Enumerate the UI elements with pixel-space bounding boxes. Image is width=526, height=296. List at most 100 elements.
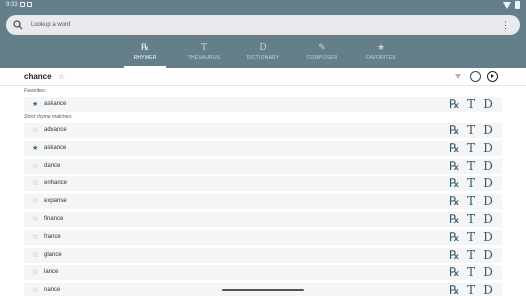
thesaurus-action-icon[interactable]: T <box>466 230 476 245</box>
strict-matches-section-label: Strict rhyme matches: <box>24 114 73 120</box>
favorite-star-icon[interactable]: ☆ <box>58 68 65 86</box>
thesaurus-action-icon[interactable]: T <box>466 141 476 156</box>
rhyme-word[interactable]: enhance <box>44 176 67 191</box>
status-bar: 9:33 <box>0 0 526 10</box>
dictionary-action-icon[interactable]: D <box>483 265 493 280</box>
star-outline-icon[interactable]: ☆ <box>32 283 38 296</box>
rhyme-row[interactable]: ☆ enhance ℞ T D <box>24 176 502 192</box>
rhyme-row[interactable]: ☆ glance ℞ T D <box>24 247 502 263</box>
notification-icon <box>27 2 32 7</box>
rhymer-action-icon[interactable]: ℞ <box>449 212 460 227</box>
star-outline-icon[interactable]: ☆ <box>32 176 38 191</box>
row-actions: ℞ T D <box>449 123 493 138</box>
dictionary-action-icon[interactable]: D <box>483 176 493 191</box>
thesaurus-action-icon[interactable]: T <box>466 123 476 138</box>
dictionary-action-icon[interactable]: D <box>483 212 493 227</box>
rhymer-action-icon[interactable]: ℞ <box>449 176 460 191</box>
rhyme-word[interactable]: france <box>44 230 61 245</box>
star-outline-icon[interactable]: ☆ <box>32 159 38 174</box>
dictionary-action-icon[interactable]: D <box>483 123 493 138</box>
rhymer-action-icon[interactable]: ℞ <box>449 97 460 112</box>
rhyme-word[interactable]: finance <box>44 212 63 227</box>
rhyme-row[interactable]: ☆ dance ℞ T D <box>24 158 502 174</box>
star-outline-icon[interactable]: ☆ <box>32 123 38 138</box>
rhyme-word[interactable]: nance <box>44 283 60 296</box>
rhyme-word[interactable]: askance <box>44 141 66 156</box>
row-actions: ℞ T D <box>449 212 493 227</box>
star-filled-icon[interactable]: ★ <box>32 97 38 112</box>
star-outline-icon[interactable]: ☆ <box>32 230 38 245</box>
status-time: 9:33 <box>6 2 18 8</box>
thesaurus-action-icon[interactable]: T <box>466 97 476 112</box>
thesaurus-action-icon[interactable]: T <box>466 212 476 227</box>
rhyme-word[interactable]: expanse <box>44 194 67 209</box>
rhymer-action-icon[interactable]: ℞ <box>449 283 460 296</box>
rhymer-action-icon[interactable]: ℞ <box>449 230 460 245</box>
search-placeholder[interactable]: Lookup a word <box>31 15 70 35</box>
row-actions: ℞ T D <box>449 248 493 263</box>
play-icon[interactable] <box>487 71 498 82</box>
tab-label: FAVORITES <box>366 55 396 61</box>
search-icon <box>13 20 23 30</box>
rhyme-row[interactable]: ☆ advance ℞ T D <box>24 123 502 138</box>
home-indicator[interactable] <box>222 289 304 291</box>
row-actions: ℞ T D <box>449 159 493 174</box>
thesaurus-action-icon[interactable]: T <box>466 159 476 174</box>
dictionary-action-icon[interactable]: D <box>483 283 493 296</box>
dictionary-action-icon[interactable]: D <box>483 141 493 156</box>
rhyme-word[interactable]: advance <box>44 123 67 138</box>
rhymer-action-icon[interactable]: ℞ <box>449 248 460 263</box>
thesaurus-action-icon[interactable]: T <box>466 176 476 191</box>
star-outline-icon[interactable]: ☆ <box>32 248 38 263</box>
dictionary-action-icon[interactable]: D <box>483 159 493 174</box>
dictionary-action-icon[interactable]: D <box>483 230 493 245</box>
row-actions: ℞ T D <box>449 283 493 296</box>
thesaurus-action-icon[interactable]: T <box>466 265 476 280</box>
favorites-section-label: Favorites: <box>24 88 46 94</box>
thesaurus-action-icon[interactable]: T <box>466 248 476 263</box>
thesaurus-action-icon[interactable]: T <box>466 194 476 209</box>
dictionary-action-icon[interactable]: D <box>483 97 493 112</box>
row-actions: ℞ T D <box>449 265 493 280</box>
favorites-icon: ★ <box>376 43 386 53</box>
star-outline-icon[interactable]: ☆ <box>32 212 38 227</box>
battery-icon <box>515 1 520 9</box>
rhyme-word[interactable]: lance <box>44 265 58 280</box>
rhymer-action-icon[interactable]: ℞ <box>449 159 460 174</box>
rhyme-row[interactable]: ★ askance ℞ T D <box>24 97 502 112</box>
star-filled-icon[interactable]: ★ <box>32 141 38 156</box>
row-actions: ℞ T D <box>449 141 493 156</box>
rhyme-word[interactable]: glance <box>44 248 62 263</box>
tab-favorites[interactable]: ★ FAVORITES <box>346 42 416 68</box>
rhyme-row[interactable]: ☆ lance ℞ T D <box>24 265 502 281</box>
dictionary-action-icon[interactable]: D <box>483 248 493 263</box>
rhyme-row[interactable]: ★ askance ℞ T D <box>24 140 502 156</box>
tab-bar: ℞ RHYMER T THESAURUS D DICTIONARY ✎ COMPOSER ★ FA… <box>0 42 526 68</box>
rhyme-row[interactable]: ☆ france ℞ T D <box>24 229 502 245</box>
search-bar[interactable]: Lookup a word ⋮ <box>6 15 520 35</box>
notification-icon <box>20 2 25 7</box>
rhyme-word[interactable]: askance <box>44 97 66 112</box>
thesaurus-action-icon[interactable]: T <box>466 283 476 296</box>
rhyme-row[interactable]: ☆ finance ℞ T D <box>24 212 502 227</box>
status-right <box>503 1 520 9</box>
star-outline-icon[interactable]: ☆ <box>32 194 38 209</box>
rhymer-action-icon[interactable]: ℞ <box>449 141 460 156</box>
filter-icon[interactable] <box>455 74 461 79</box>
row-actions: ℞ T D <box>449 230 493 245</box>
rhymer-action-icon[interactable]: ℞ <box>449 123 460 138</box>
row-actions: ℞ T D <box>449 176 493 191</box>
notification-icons <box>20 2 32 7</box>
more-options-icon[interactable]: ⋮ <box>501 15 510 35</box>
wifi-icon <box>503 1 511 9</box>
dictionary-action-icon[interactable]: D <box>483 194 493 209</box>
star-outline-icon[interactable]: ☆ <box>32 265 38 280</box>
rhyme-word[interactable]: dance <box>44 159 60 174</box>
globe-icon[interactable] <box>470 71 481 82</box>
rhymer-action-icon[interactable]: ℞ <box>449 194 460 209</box>
app-bar: Lookup a word ⋮ ℞ RHYMER T THESAURUS D DICTIO… <box>0 10 526 68</box>
rhymer-action-icon[interactable]: ℞ <box>449 265 460 280</box>
row-actions: ℞ T D <box>449 97 493 112</box>
rhyme-row[interactable]: ☆ expanse ℞ T D <box>24 194 502 210</box>
word-header: chance ☆ <box>0 68 526 86</box>
